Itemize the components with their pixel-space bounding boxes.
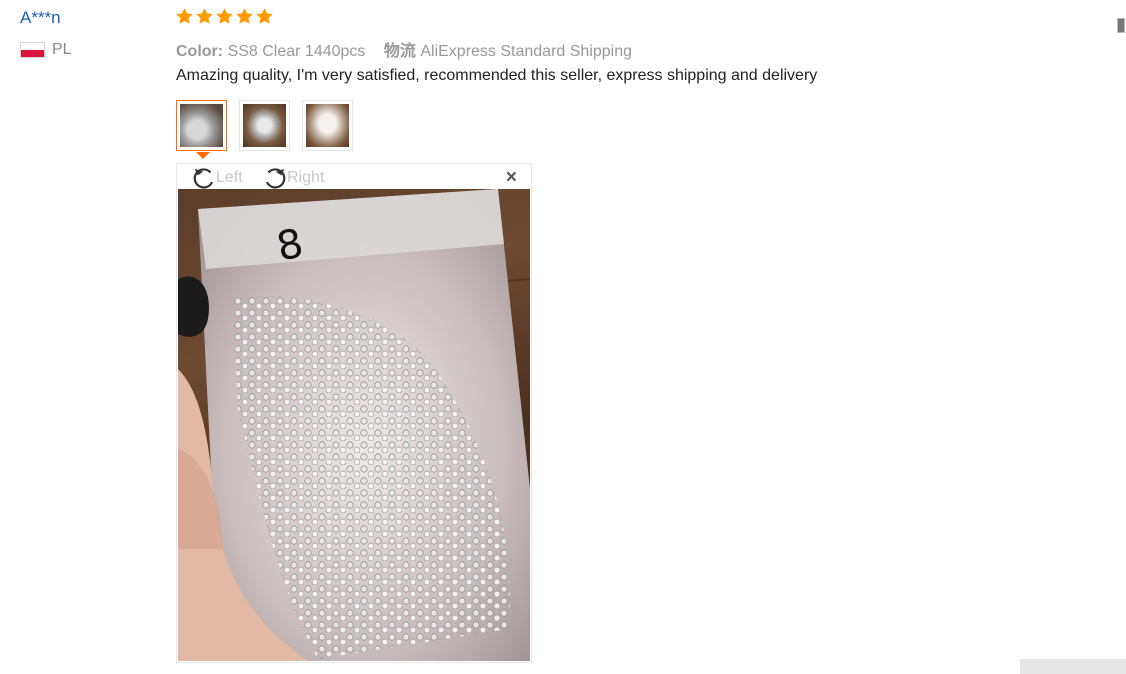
rhinestone-bag-photo: 8 xyxy=(178,189,530,661)
thumbnail-image xyxy=(243,104,286,147)
review-photo-thumbnail-1[interactable] xyxy=(176,100,227,159)
star-icon xyxy=(196,8,213,24)
reviewer-name[interactable]: A***n xyxy=(20,8,61,28)
rotate-left-label: Left xyxy=(216,169,243,186)
scrollbar-thumb[interactable] xyxy=(1117,18,1125,33)
review-photo-thumbnail-3[interactable] xyxy=(302,100,353,151)
color-value: SS8 Clear 1440pcs xyxy=(227,43,366,60)
star-icon xyxy=(236,8,253,24)
review-text: Amazing quality, I'm very satisfied, rec… xyxy=(176,67,818,84)
thumbnail-image xyxy=(306,104,349,147)
page-footer-edge xyxy=(1020,659,1126,674)
star-rating xyxy=(175,7,274,26)
star-icon xyxy=(176,8,193,24)
close-icon[interactable]: × xyxy=(506,168,517,187)
order-meta: Color: SS8 Clear 1440pcs 物流 AliExpress S… xyxy=(176,37,632,61)
review-photo-thumbnail-2[interactable] xyxy=(239,100,290,151)
rotate-left-button[interactable]: Left xyxy=(190,165,243,191)
shipping-label: 物流 xyxy=(383,43,416,60)
country-code: PL xyxy=(52,41,72,58)
review-photo-large: 8 xyxy=(178,189,530,661)
rotate-right-icon xyxy=(265,168,286,189)
star-icon xyxy=(216,8,233,24)
reviewer-country: PL xyxy=(20,41,72,59)
color-label: Color: xyxy=(176,43,224,60)
photo-viewer-toolbar: Left Right × xyxy=(177,164,531,189)
star-icon xyxy=(256,8,273,24)
review-photo-thumbnails xyxy=(176,100,353,159)
rotate-right-button[interactable]: Right xyxy=(261,165,324,191)
thumbnail-image xyxy=(180,104,223,147)
photo-viewer: Left Right × 8 xyxy=(176,163,532,663)
shipping-value: AliExpress Standard Shipping xyxy=(420,43,633,60)
rotate-left-icon xyxy=(193,168,214,189)
rotate-right-label: Right xyxy=(287,169,325,186)
poland-flag-icon xyxy=(20,42,45,58)
